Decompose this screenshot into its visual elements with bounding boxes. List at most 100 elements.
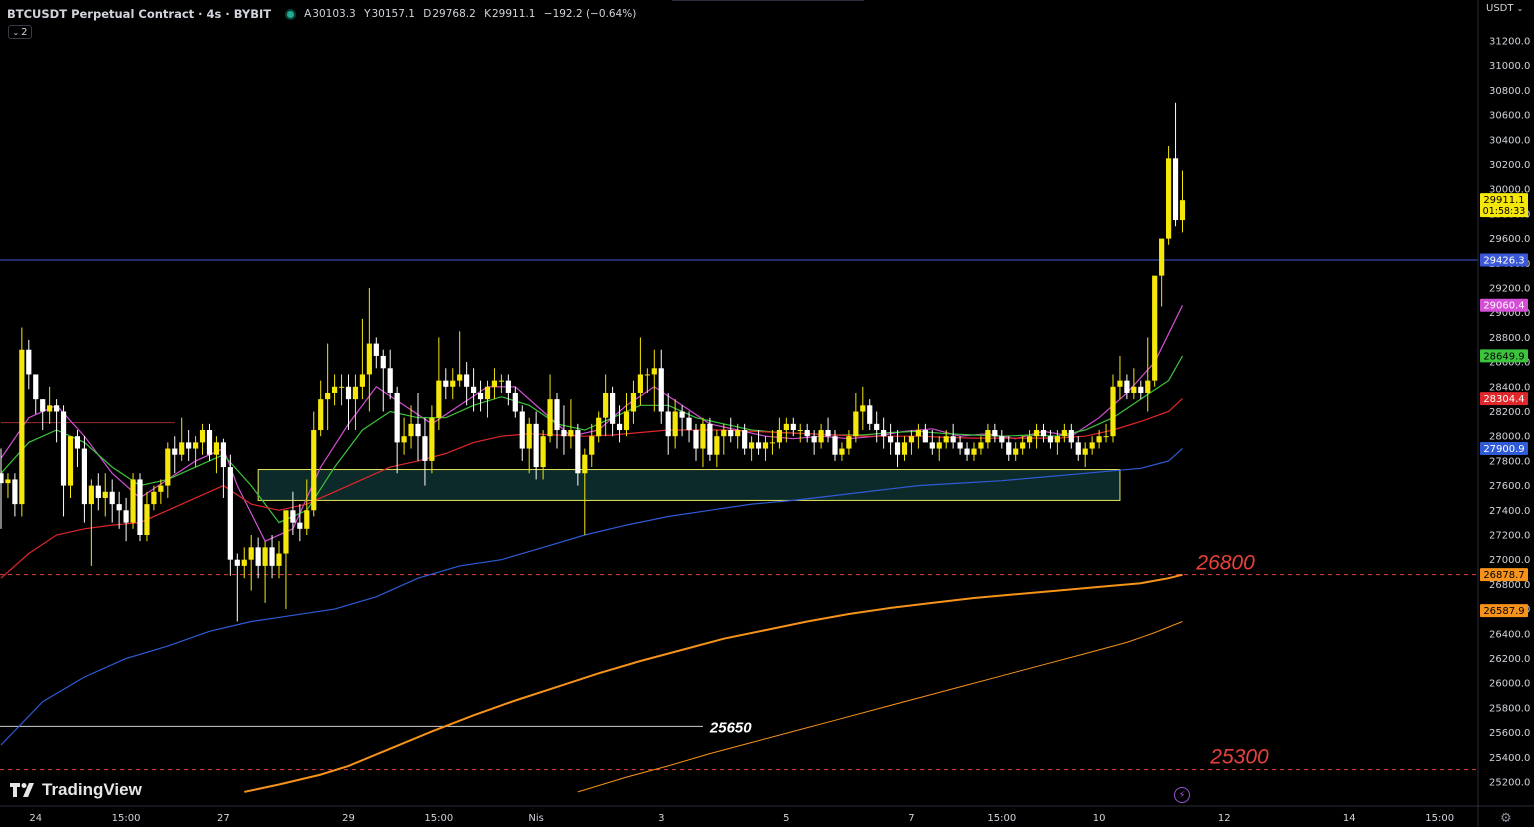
candle[interactable]	[186, 430, 192, 461]
candle[interactable]	[596, 411, 602, 443]
candle[interactable]	[1006, 436, 1012, 461]
candle[interactable]	[825, 417, 831, 443]
candle[interactable]	[54, 399, 60, 443]
candle[interactable]	[1110, 374, 1116, 443]
candle[interactable]	[359, 318, 365, 400]
candle[interactable]	[1103, 423, 1109, 443]
candle[interactable]	[172, 436, 178, 474]
candle[interactable]	[220, 438, 226, 498]
candle[interactable]	[728, 417, 734, 443]
candle[interactable]	[401, 417, 407, 455]
candle[interactable]	[352, 374, 359, 431]
candle[interactable]	[102, 473, 108, 517]
candle[interactable]	[700, 417, 706, 468]
candle[interactable]	[1152, 275, 1158, 387]
candle[interactable]	[325, 343, 331, 431]
candle[interactable]	[665, 392, 671, 455]
candle[interactable]	[1172, 102, 1179, 227]
candle[interactable]	[241, 547, 247, 579]
tradingview-logo[interactable]: TradingView	[10, 780, 142, 800]
candle[interactable]	[978, 436, 984, 455]
ma-line-4[interactable]	[244, 573, 1183, 793]
candle[interactable]	[519, 405, 525, 461]
candle[interactable]	[443, 368, 449, 400]
annotation-label-0[interactable]: 26800	[1195, 551, 1255, 574]
candle[interactable]	[874, 411, 880, 443]
candle[interactable]	[1033, 423, 1040, 449]
candle[interactable]	[616, 405, 623, 443]
gear-icon[interactable]: ⚙	[1500, 811, 1512, 826]
candle[interactable]	[881, 417, 887, 449]
candle[interactable]	[1138, 380, 1144, 400]
candle[interactable]	[88, 479, 94, 566]
candle[interactable]	[67, 436, 74, 498]
candle[interactable]	[484, 380, 491, 418]
candle[interactable]	[658, 349, 664, 424]
candle[interactable]	[276, 541, 282, 579]
candle[interactable]	[457, 331, 463, 387]
candle[interactable]	[1075, 436, 1081, 461]
candle[interactable]	[33, 374, 39, 414]
candle[interactable]	[1061, 423, 1067, 443]
candle[interactable]	[1117, 355, 1123, 400]
candle[interactable]	[436, 337, 442, 431]
flash-icon[interactable]: ⚡	[1174, 787, 1190, 803]
candle[interactable]	[992, 423, 998, 443]
candle[interactable]	[929, 430, 935, 455]
candle[interactable]	[1179, 170, 1186, 233]
candle[interactable]	[40, 399, 46, 431]
candle[interactable]	[589, 423, 595, 468]
candle[interactable]	[109, 479, 115, 523]
candle[interactable]	[5, 473, 11, 498]
candle[interactable]	[262, 541, 268, 603]
candle[interactable]	[1159, 238, 1165, 307]
candle[interactable]	[248, 535, 254, 591]
candle[interactable]	[387, 349, 393, 400]
support-zone[interactable]	[257, 469, 1121, 501]
candle[interactable]	[603, 374, 609, 437]
candle[interactable]	[311, 411, 317, 517]
candle[interactable]	[561, 405, 567, 455]
candle[interactable]	[47, 386, 53, 424]
candle[interactable]	[568, 399, 574, 449]
candle[interactable]	[610, 386, 616, 437]
candle[interactable]	[1020, 436, 1026, 455]
candle[interactable]	[165, 442, 171, 498]
candle[interactable]	[1082, 442, 1088, 468]
candle[interactable]	[867, 399, 873, 431]
candle[interactable]	[672, 399, 678, 449]
candle[interactable]	[1013, 442, 1019, 461]
candle[interactable]	[1166, 145, 1172, 245]
candle[interactable]	[922, 423, 928, 443]
candle[interactable]	[19, 327, 25, 517]
candle[interactable]	[1040, 423, 1047, 443]
candle[interactable]	[227, 454, 233, 576]
candle[interactable]	[860, 386, 866, 431]
candle[interactable]	[429, 405, 435, 474]
candle[interactable]	[971, 442, 977, 461]
candle[interactable]	[714, 430, 720, 468]
candle[interactable]	[644, 368, 650, 393]
candle[interactable]	[498, 374, 504, 393]
candle[interactable]	[554, 392, 560, 449]
candle[interactable]	[839, 442, 845, 461]
candle[interactable]	[776, 417, 782, 449]
candle[interactable]	[338, 374, 345, 406]
currency-selector[interactable]: USDT ⌄	[1486, 3, 1523, 14]
candle[interactable]	[651, 349, 657, 412]
candle[interactable]	[26, 339, 32, 390]
candle[interactable]	[269, 535, 275, 579]
candle[interactable]	[630, 380, 637, 424]
candle[interactable]	[450, 368, 456, 400]
candle[interactable]	[999, 430, 1005, 449]
candle[interactable]	[818, 423, 824, 449]
candle[interactable]	[179, 417, 185, 461]
candle[interactable]	[762, 436, 769, 461]
candle[interactable]	[81, 436, 87, 523]
candle[interactable]	[1124, 374, 1130, 400]
candle[interactable]	[144, 491, 150, 542]
candle[interactable]	[957, 436, 963, 455]
candle[interactable]	[985, 423, 991, 449]
candle[interactable]	[60, 405, 67, 517]
candle[interactable]	[415, 392, 421, 461]
